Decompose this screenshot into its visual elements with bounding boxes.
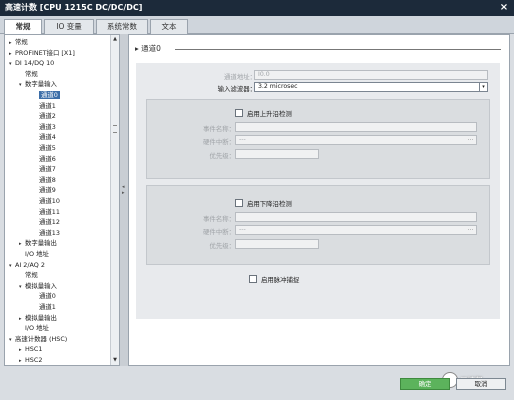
window-titlebar: 高速计数 [CPU 1215C DC/DC/DC] × [0,0,514,16]
tree-item[interactable]: 通道10 [39,196,60,207]
tree-item[interactable]: 通道3 [39,122,56,133]
event-name-field [235,122,477,132]
tree-item[interactable]: 通道8 [39,175,56,186]
falling-edge-label: 启用下降沿检测 [247,200,292,208]
tree-item[interactable]: 通道1 [39,101,56,112]
channel-settings-group: 通道地址： I0.0 输入滤波器： 3.2 microsec ▾ 启用上升沿检测 … [136,63,500,319]
section-arrow-icon[interactable]: ▸ [135,44,139,53]
event-name-field [235,212,477,222]
hardware-interrupt-label: 硬件中断： [203,228,235,236]
tree-item[interactable]: I/O 地址 [25,249,49,260]
hardware-interrupt-label: 硬件中断： [203,138,235,146]
tree-item[interactable]: 通道13 [39,228,60,239]
tree-item[interactable]: ▸ 模拟量输出 [19,313,57,324]
tree-item[interactable]: 通道6 [39,154,56,165]
pulse-catch-label: 启用脉冲捕捉 [261,276,300,284]
pulse-catch-checkbox[interactable] [249,275,257,283]
tree-item[interactable]: 通道2 [39,111,56,122]
ok-button[interactable]: 确定 [400,378,450,390]
tree-item[interactable]: ▾ AI 2/AQ 2 [9,260,45,271]
tab-io-tags[interactable]: IO 变量 [44,19,94,34]
tree-item[interactable]: 通道7 [39,164,56,175]
tree-item[interactable]: I/O 地址 [25,323,49,334]
tree-item[interactable]: 常规 [25,270,38,281]
tree-item[interactable]: ▾ 高速计数器 (HSC) [9,334,67,345]
tree-item[interactable]: ▾ DI 14/DQ 10 [9,58,54,69]
priority-label: 优先级： [209,152,235,160]
tab-system-constants[interactable]: 系统常数 [96,19,148,34]
section-header[interactable]: ▸ 通道0 [135,43,161,54]
navigation-tree: ▸ 常规 ▸ PROFINET接口 [X1] ▾ DI 14/DQ 10 常规 ▾ 数字… [4,34,120,366]
tree-item[interactable]: 通道4 [39,132,56,143]
tab-texts[interactable]: 文本 [150,19,188,34]
properties-panel: ▸ 通道0 通道地址： I0.0 输入滤波器： 3.2 microsec ▾ 启用… [128,34,510,366]
tree-item[interactable]: ▸ HSC1 [19,344,42,355]
dialog-footer: 工控帮 确定 取消 [0,366,514,400]
scroll-up-icon[interactable]: ▲ [111,35,119,44]
browse-icon: ... [467,135,474,142]
close-icon[interactable]: × [498,2,510,14]
window-title: 高速计数 [CPU 1215C DC/DC/DC] [5,3,143,12]
priority-field [235,239,319,249]
section-title: 通道0 [141,44,161,53]
tree-item[interactable]: ▾ 数字量输入 [19,79,57,90]
tab-general[interactable]: 常规 [4,19,42,35]
browse-icon: ... [467,225,474,232]
event-name-label: 事件名称： [203,215,235,223]
tree-item[interactable]: ▸ HSC2 [19,355,42,365]
channel-address-label: 通道地址： [224,73,256,81]
tree-item[interactable]: ▸ PROFINET接口 [X1] [9,48,75,59]
tree-item-selected[interactable]: 通道0 [39,90,60,101]
tree-item[interactable]: ▾ 模拟量输入 [19,281,57,292]
tree-item[interactable]: 通道12 [39,217,60,228]
tree-item[interactable]: ▸ 数字量输出 [19,238,57,249]
rising-edge-label: 启用上升沿检测 [247,110,292,118]
cancel-button[interactable]: 取消 [456,378,506,390]
section-divider [175,49,501,50]
splitter-handle-icon[interactable]: ◂ ▸ [122,184,126,196]
input-filter-select[interactable]: 3.2 microsec ▾ [254,82,488,92]
falling-edge-group: 启用下降沿检测 事件名称： 硬件中断： ---... 优先级： [146,185,490,265]
input-filter-label: 输入滤波器： [217,85,256,93]
rising-edge-group: 启用上升沿检测 事件名称： 硬件中断： ---... 优先级： [146,99,490,179]
falling-edge-checkbox[interactable] [235,199,243,207]
dropdown-arrow-icon[interactable]: ▾ [479,83,487,91]
tab-bar: 常规 IO 变量 系统常数 文本 [0,16,514,35]
scroll-down-icon[interactable]: ▼ [111,356,119,365]
pane-splitter[interactable]: ◂ ▸ [120,34,128,366]
tree-item[interactable]: 通道11 [39,207,60,218]
priority-field [235,149,319,159]
scroll-grip-icon[interactable] [113,125,117,133]
rising-edge-checkbox[interactable] [235,109,243,117]
priority-label: 优先级： [209,242,235,250]
tree-scrollbar[interactable]: ▲ ▼ [110,35,119,365]
tree-item[interactable]: 通道9 [39,185,56,196]
hardware-interrupt-field: ---... [235,225,477,235]
tree-item[interactable]: 通道0 [39,291,56,302]
tree-item[interactable]: 常规 [25,69,38,80]
tree-item[interactable]: 通道5 [39,143,56,154]
tree-item[interactable]: 通道1 [39,302,56,313]
hardware-interrupt-field: ---... [235,135,477,145]
tree-item[interactable]: ▸ 常规 [9,37,28,48]
channel-address-field: I0.0 [254,70,488,80]
event-name-label: 事件名称： [203,125,235,133]
